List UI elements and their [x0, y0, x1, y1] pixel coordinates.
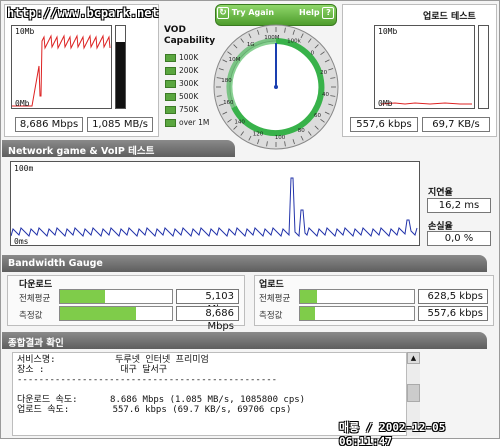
download-avg-bar [59, 289, 173, 304]
download-avg-value: 5,103 Mbps [176, 289, 239, 315]
summary-header: 종합결과 확인 [2, 332, 487, 349]
upload-meas-bar [299, 306, 415, 321]
vod-item-750k: 750K [165, 105, 198, 114]
upload-ymax: 10Mb [378, 27, 398, 36]
gauge-scale-label: 120 [253, 132, 264, 138]
loss-value: 0,0 % [427, 231, 491, 246]
gauge-scale-label: 80 [298, 128, 305, 134]
gauge-scale-label: 20 [320, 70, 327, 76]
bandwidth-upload-title: 업로드 [259, 280, 284, 290]
network-ymin: 0ms [14, 237, 29, 246]
latency-value: 16,2 ms [427, 198, 491, 213]
gauge-scale-label: 10M [229, 57, 241, 63]
vod-item-300k: 300K [165, 79, 198, 88]
download-rate: 8,686 Mbps [15, 117, 83, 132]
download-chart [11, 25, 112, 109]
scroll-thumb[interactable] [407, 384, 420, 402]
watermark: http://www.bcpark.net [7, 6, 159, 20]
download-avg-label: 전체평균 [19, 294, 51, 304]
gauge-scale-label: 40 [322, 92, 329, 98]
gauge-scale-label: 60 [314, 113, 321, 119]
download-trace [12, 34, 111, 107]
download-meas-value: 8,686 Mbps [176, 306, 239, 332]
download-bytes: 1,085 MB/s [87, 117, 153, 132]
upload-avg-value: 628,5 kbps [418, 289, 488, 304]
gauge-scale-label: 160 [223, 100, 234, 106]
help-icon: ? [322, 7, 335, 19]
gauge-scale-label: 100k [287, 38, 301, 44]
download-ymin: 0Mb [15, 99, 30, 108]
network-header: Network game & VoIP 테스트 [2, 140, 235, 157]
upload-trace [380, 102, 472, 105]
upload-level-bar [478, 25, 489, 109]
download-level-bar [115, 25, 126, 109]
upload-title: 업로드 테스트 [423, 12, 476, 22]
gauge-scale-label: 180 [221, 78, 232, 84]
bandwidth-download-title: 다운로드 [19, 280, 53, 290]
upload-avg-bar [299, 289, 415, 304]
upload-rate: 557,6 kbps [350, 117, 418, 132]
upload-meas-label: 측정값 [259, 311, 283, 321]
vod-item-500k: 500K [165, 92, 198, 101]
upload-ymin: 0Mb [378, 99, 393, 108]
try-again-button[interactable]: ↻ Try Again [217, 7, 277, 22]
scroll-up-arrow-icon[interactable]: ▲ [407, 352, 420, 364]
vod-item-100k: 100K [165, 53, 198, 62]
download-meas-label: 측정값 [19, 311, 43, 321]
network-ymax: 100m [14, 164, 34, 173]
latency-label: 지연율 [428, 188, 453, 198]
speed-test-window: http://www.bcpark.net 10Mb 0Mb 8,686 Mbp… [0, 0, 500, 448]
upload-avg-label: 전체평균 [259, 294, 291, 304]
help-button[interactable]: Help ? [299, 7, 335, 22]
summary-text: 서비스명: 두루넷 인터넷 프리미엄 장소 : 대구 달서구 ---------… [17, 355, 306, 415]
upload-meas-value: 557,6 kbps [418, 306, 488, 321]
vod-item-over-1m: over 1M [165, 118, 209, 127]
gauge-scale-label: 1G [247, 42, 255, 48]
vod-item-200k: 200K [165, 66, 198, 75]
timestamp-stamp: 매룡 / 2002-12-05 06:11:47 [339, 421, 446, 448]
upload-chart [374, 25, 475, 109]
latency-trace [10, 177, 418, 238]
refresh-icon: ↻ [217, 7, 229, 19]
gauge-scale-label: 140 [234, 119, 245, 125]
gauge-scale-label: 100M [264, 35, 279, 41]
gauge-scale-label: 100 [275, 135, 286, 141]
upload-bytes: 69,7 KB/s [422, 117, 490, 132]
vod-title: VOD Capability [164, 25, 216, 46]
gauge-scale-label: 0 [311, 51, 315, 57]
speed-gauge: 100k 0 20 40 60 80 100 120 140 160 180 10M 1G 100M [213, 24, 339, 150]
download-ymax: 10Mb [15, 27, 35, 36]
bandwidth-header: Bandwidth Gauge [2, 255, 487, 272]
download-meas-bar [59, 306, 173, 321]
network-chart [10, 161, 420, 246]
